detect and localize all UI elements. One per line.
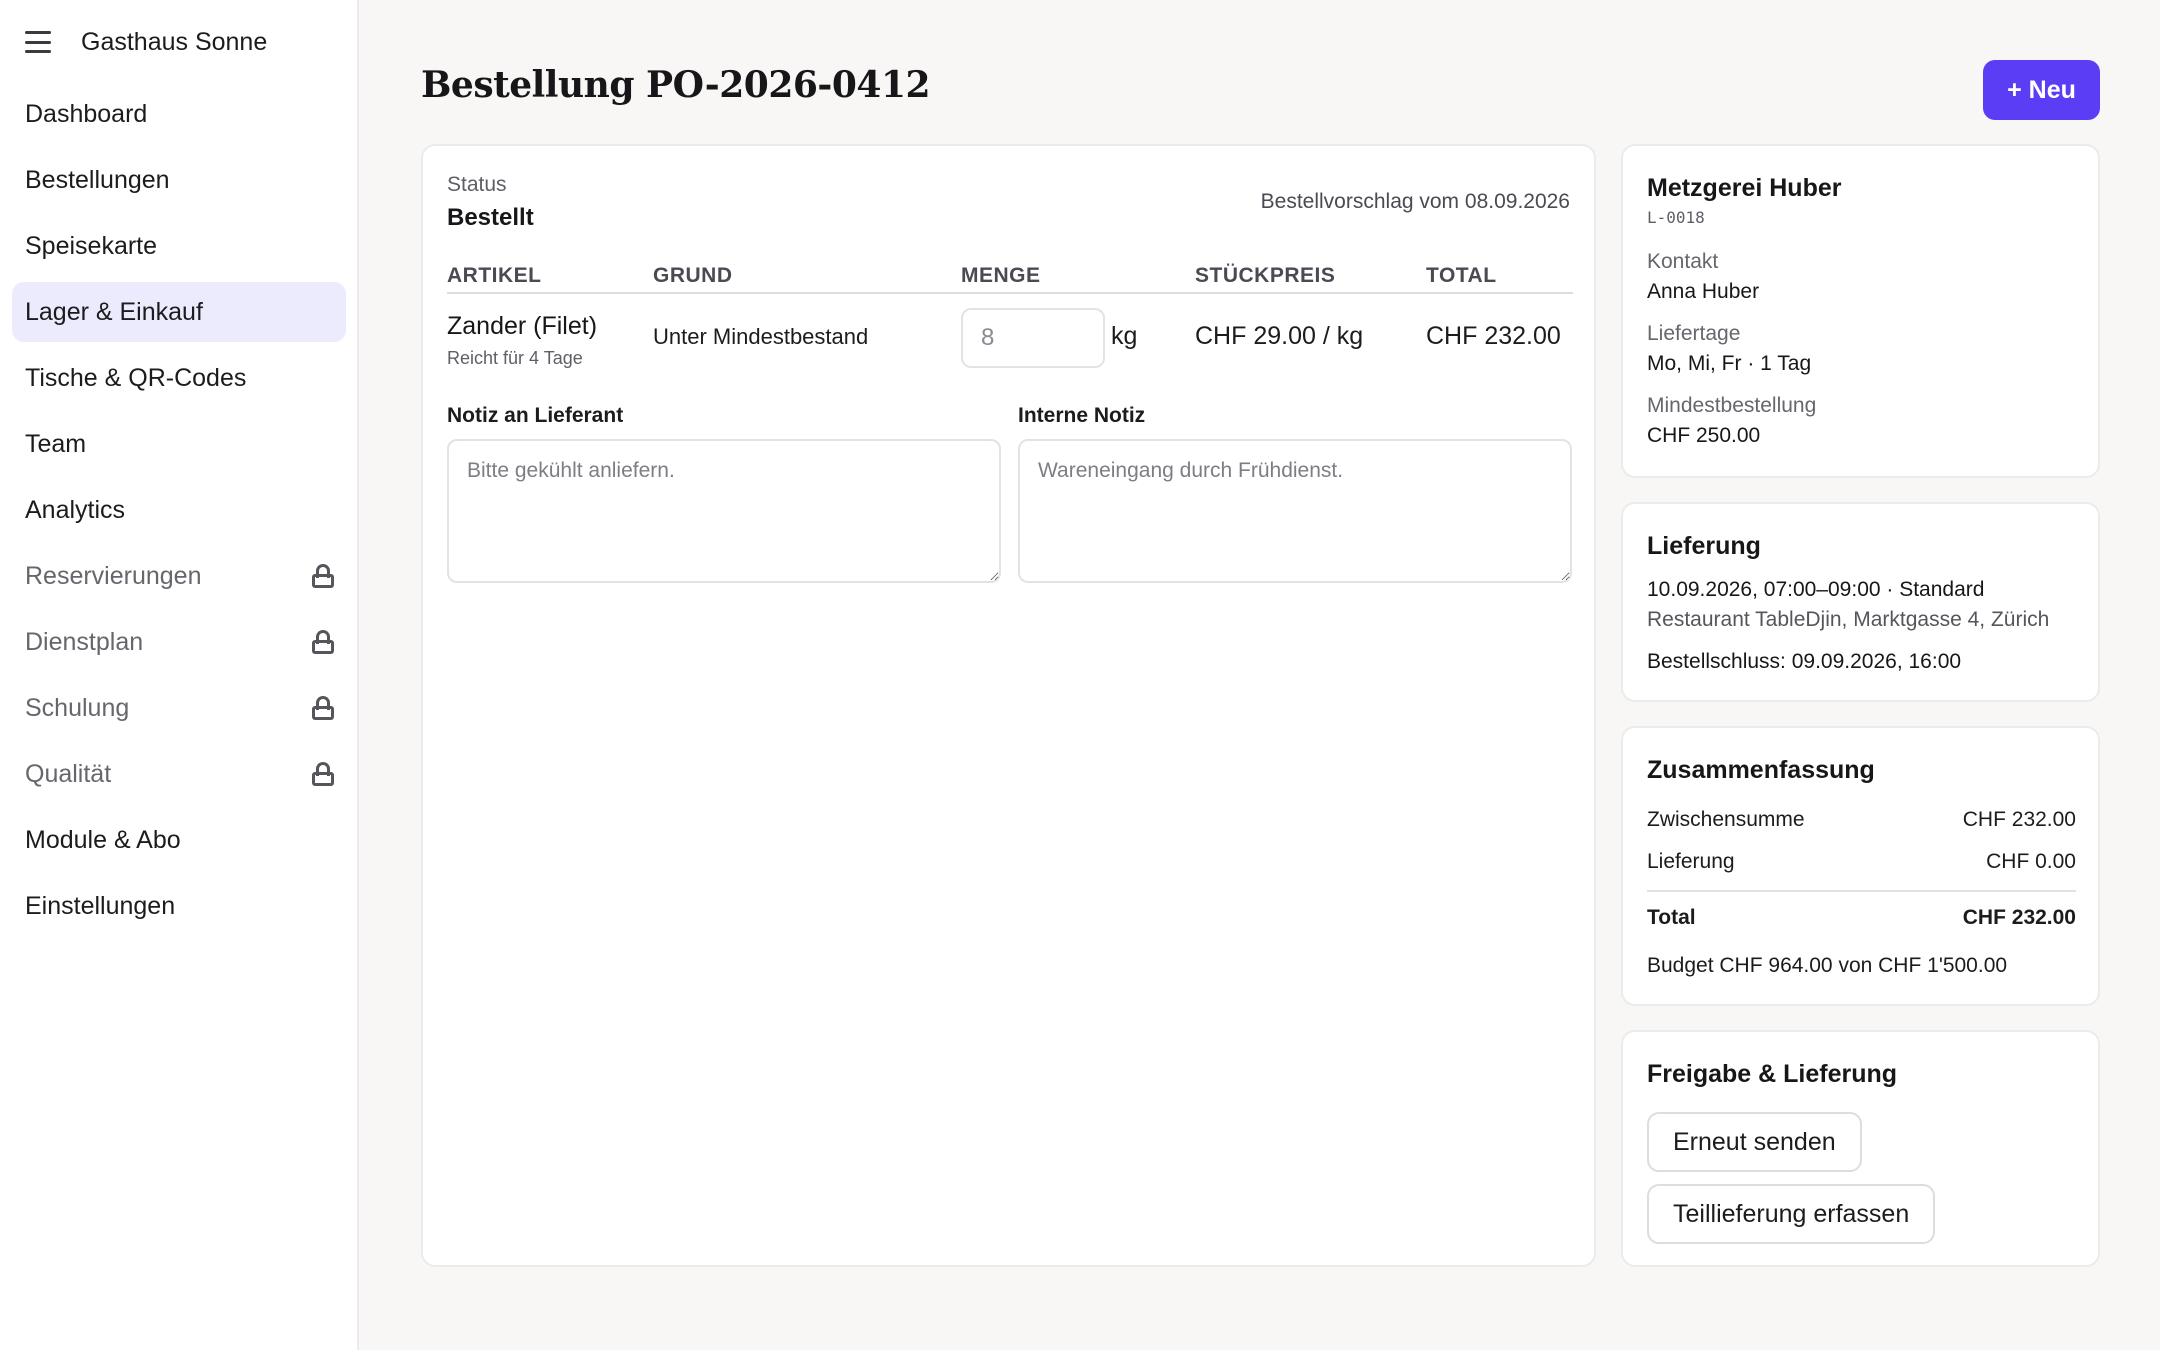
line-total: CHF 232.00	[1426, 322, 1561, 350]
column-header-stueckpreis: STÜCKPREIS	[1195, 264, 1336, 287]
sidebar-item-einstellungen[interactable]: Einstellungen	[12, 876, 346, 936]
summary-card: Zusammenfassung Zwischensumme CHF 232.00…	[1621, 726, 2100, 1006]
supplier-id: L-0018	[1647, 208, 1705, 227]
column-header-total: TOTAL	[1426, 264, 1497, 287]
unit-price: CHF 29.00 / kg	[1195, 322, 1364, 350]
delivery-days-label: Liefertage	[1647, 322, 1741, 345]
internal-note-label: Interne Notiz	[1018, 404, 1146, 427]
internal-note-field[interactable]	[1018, 439, 1572, 583]
sidebar-item-schulung[interactable]: Schulung	[12, 678, 346, 738]
partial-delivery-button[interactable]: Teillieferung erfassen	[1647, 1184, 1936, 1244]
subtotal-label: Zwischensumme	[1647, 808, 1805, 831]
order-cutoff: Bestellschluss: 09.09.2026, 16:00	[1647, 650, 1962, 673]
sidebar-item-label: Reservierungen	[25, 561, 202, 590]
delivery-cost-row: Lieferung CHF 0.00	[1647, 850, 2076, 874]
quantity-unit: kg	[1111, 322, 1138, 350]
order-card: Status Bestellt Bestellvorschlag vom 08.…	[421, 144, 1596, 1267]
sidebar-item-label: Dienstplan	[25, 627, 144, 656]
summary-title: Zusammenfassung	[1647, 756, 1875, 784]
item-name: Zander (Filet)	[447, 312, 598, 340]
sidebar-nav: Dashboard Bestellungen Speisekarte Lager…	[12, 84, 346, 942]
sidebar-item-speisekarte[interactable]: Speisekarte	[12, 216, 346, 276]
sidebar-item-analytics[interactable]: Analytics	[12, 480, 346, 540]
resend-button[interactable]: Erneut senden	[1647, 1112, 1862, 1172]
contact-label: Kontakt	[1647, 250, 1719, 273]
sidebar-item-label: Module & Abo	[25, 825, 181, 854]
release-title: Freigabe & Lieferung	[1647, 1060, 1898, 1088]
sidebar: Gasthaus Sonne Dashboard Bestellungen Sp…	[0, 0, 359, 1350]
column-header-menge: MENGE	[961, 264, 1041, 287]
table-header: ARTIKEL GRUND MENGE STÜCKPREIS TOTAL	[447, 264, 1573, 294]
new-button[interactable]: + Neu	[1983, 60, 2100, 120]
page-title: Bestellung PO-2026-0412	[421, 64, 931, 106]
status-label: Status	[447, 173, 507, 196]
lock-icon	[312, 630, 334, 654]
contact-value: Anna Huber	[1647, 280, 1760, 303]
release-card: Freigabe & Lieferung Erneut senden Teill…	[1621, 1030, 2100, 1267]
column-header-artikel: ARTIKEL	[447, 264, 542, 287]
sidebar-item-dashboard[interactable]: Dashboard	[12, 84, 346, 144]
sidebar-item-reservierungen[interactable]: Reservierungen	[12, 546, 346, 606]
brand: Gasthaus Sonne	[25, 22, 267, 62]
quantity-input[interactable]	[961, 308, 1105, 368]
status-value: Bestellt	[447, 204, 534, 231]
sidebar-item-team[interactable]: Team	[12, 414, 346, 474]
sidebar-item-label: Dashboard	[25, 99, 148, 128]
subtotal-row: Zwischensumme CHF 232.00	[1647, 808, 2076, 832]
proposal-date: Bestellvorschlag vom 08.09.2026	[1260, 190, 1570, 213]
lock-icon	[312, 696, 334, 720]
summary-divider	[1647, 890, 2076, 892]
total-row: Total CHF 232.00	[1647, 906, 2076, 930]
sidebar-item-lager-einkauf[interactable]: Lager & Einkauf	[12, 282, 346, 342]
delivery-days-value: Mo, Mi, Fr · 1 Tag	[1647, 352, 1812, 375]
delivery-address: Restaurant TableDjin, Marktgasse 4, Züri…	[1647, 608, 2050, 631]
sidebar-item-qualitaet[interactable]: Qualität	[12, 744, 346, 804]
sidebar-item-tische-qr-codes[interactable]: Tische & QR-Codes	[12, 348, 346, 408]
sidebar-item-label: Analytics	[25, 495, 126, 524]
supplier-name: Metzgerei Huber	[1647, 174, 1842, 202]
sidebar-item-label: Team	[25, 429, 87, 458]
sidebar-item-module-abo[interactable]: Module & Abo	[12, 810, 346, 870]
delivery-cost-label: Lieferung	[1647, 850, 1735, 873]
sidebar-item-dienstplan[interactable]: Dienstplan	[12, 612, 346, 672]
column-header-grund: GRUND	[653, 264, 733, 287]
sidebar-item-label: Lager & Einkauf	[25, 297, 203, 326]
delivery-card: Lieferung 10.09.2026, 07:00–09:00 · Stan…	[1621, 502, 2100, 702]
supplier-note-field[interactable]	[447, 439, 1001, 583]
min-order-value: CHF 250.00	[1647, 424, 1761, 447]
budget-info: Budget CHF 964.00 von CHF 1'500.00	[1647, 954, 2008, 977]
sidebar-item-label: Tische & QR-Codes	[25, 363, 247, 392]
sidebar-item-label: Speisekarte	[25, 231, 158, 260]
delivery-title: Lieferung	[1647, 532, 1761, 560]
lock-icon	[312, 564, 334, 588]
sidebar-item-label: Qualität	[25, 759, 112, 788]
hamburger-icon[interactable]	[25, 31, 51, 53]
item-coverage: Reicht für 4 Tage	[447, 348, 583, 368]
lock-icon	[312, 762, 334, 786]
sidebar-item-label: Einstellungen	[25, 891, 176, 920]
total-value: CHF 232.00	[1962, 906, 2076, 929]
sidebar-item-label: Bestellungen	[25, 165, 170, 194]
supplier-card: Metzgerei Huber L-0018 Kontakt Anna Hube…	[1621, 144, 2100, 478]
min-order-label: Mindestbestellung	[1647, 394, 1817, 417]
table-row: Zander (Filet) Reicht für 4 Tage Unter M…	[447, 304, 1573, 384]
supplier-note-label: Notiz an Lieferant	[447, 404, 624, 427]
delivery-slot: 10.09.2026, 07:00–09:00 · Standard	[1647, 578, 1985, 601]
sidebar-item-bestellungen[interactable]: Bestellungen	[12, 150, 346, 210]
total-label: Total	[1647, 906, 1696, 929]
sidebar-item-label: Schulung	[25, 693, 130, 722]
brand-name: Gasthaus Sonne	[81, 27, 268, 56]
delivery-cost-value: CHF 0.00	[1986, 850, 2076, 873]
item-reason: Unter Mindestbestand	[653, 324, 869, 349]
subtotal-value: CHF 232.00	[1962, 808, 2076, 831]
